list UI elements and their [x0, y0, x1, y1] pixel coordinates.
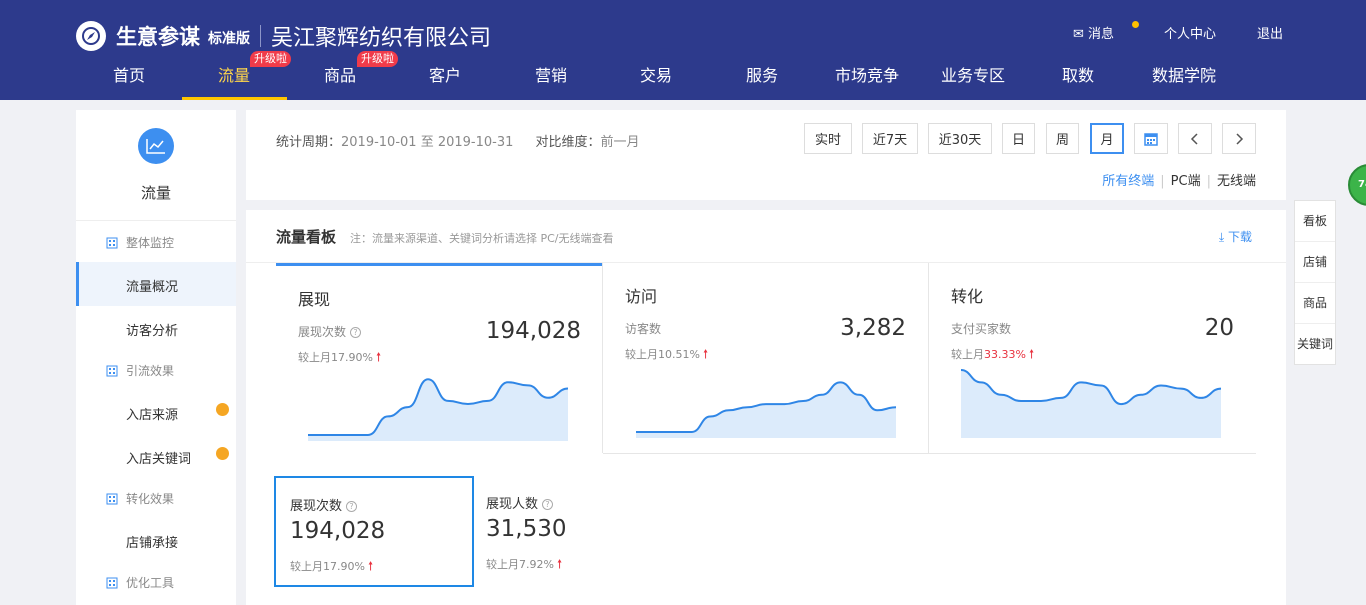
period-value: 2019-10-01 至 2019-10-31: [341, 135, 514, 150]
next-period-button[interactable]: [1222, 123, 1256, 154]
range-realtime-button[interactable]: 实时: [804, 123, 852, 154]
upgrade-badge: 升级啦: [250, 51, 291, 67]
sparkline: [636, 381, 896, 438]
mail-icon: ✉: [1073, 27, 1084, 42]
chevron-right-icon: [1236, 132, 1244, 145]
sidebar-item-traffic-overview[interactable]: 流量概况: [126, 276, 178, 295]
divider: [603, 453, 1256, 454]
company-name: 吴江聚辉纺织有限公司: [271, 26, 492, 51]
nav-home[interactable]: 首页: [113, 62, 145, 86]
floating-speed-ball[interactable]: 74: [1348, 164, 1366, 206]
quick-nav-store[interactable]: 店铺: [1295, 242, 1335, 283]
nav-academy[interactable]: 数据学院: [1152, 62, 1216, 86]
nav-business[interactable]: 业务专区: [941, 62, 1005, 86]
brand-name: 生意参谋: [116, 25, 200, 49]
range-week-button[interactable]: 周: [1046, 123, 1079, 154]
active-nav-underline: [182, 97, 287, 100]
messages-link[interactable]: ✉ 消息: [1073, 23, 1114, 42]
up-arrow-icon: 🠕: [702, 347, 709, 361]
building-icon: [106, 237, 118, 248]
card-impressions[interactable]: 展现 展现次数? 194,028 较上月17.90% 🠕: [276, 263, 603, 453]
logout-link[interactable]: 退出: [1257, 23, 1283, 42]
quick-nav-board[interactable]: 看板: [1295, 201, 1335, 242]
upgrade-badge: 升级啦: [357, 51, 398, 67]
edition-label: 标准版: [208, 31, 250, 47]
top-header: 生意参谋 标准版 吴江聚辉纺织有限公司 ✉ 消息 个人中心 退出 首页 流量 升…: [0, 0, 1366, 100]
card-visits[interactable]: 访问 访客数 3,282 较上月10.51% 🠕: [603, 263, 928, 453]
traffic-board: 流量看板 注：流量来源渠道、关键词分析请选择 PC/无线端查看 ⤓ 下载 展现 …: [246, 210, 1286, 605]
help-icon[interactable]: ?: [346, 501, 358, 512]
terminal-wireless[interactable]: 无线端: [1217, 174, 1256, 189]
filter-bar: 统计周期：2019-10-01 至 2019-10-31 对比维度：前一月 实时…: [246, 110, 1286, 200]
chevron-left-icon: [1190, 132, 1198, 145]
sidebar-group-tools[interactable]: 优化工具: [106, 574, 174, 591]
calendar-button[interactable]: [1134, 123, 1168, 154]
download-icon: ⤓: [1218, 230, 1225, 244]
terminal-switch: 所有终端 | PC端 | 无线端: [1102, 174, 1256, 189]
sparkline-area: [636, 382, 896, 438]
range-day-button[interactable]: 日: [1002, 123, 1035, 154]
up-arrow-icon: 🠕: [375, 350, 382, 364]
calendar-icon: [1144, 132, 1158, 146]
metric-impressions[interactable]: 展现次数? 194,028 较上月17.90% 🠕: [274, 476, 474, 587]
new-dot: [216, 403, 229, 416]
nav-trade[interactable]: 交易: [640, 62, 672, 86]
sidebar-item-visitor-analysis[interactable]: 访客分析: [126, 320, 178, 339]
nav-service[interactable]: 服务: [746, 62, 778, 86]
unread-dot: [1132, 21, 1139, 28]
line-chart-icon: [138, 128, 174, 164]
range-month-button[interactable]: 月: [1090, 123, 1124, 154]
help-icon[interactable]: ?: [350, 327, 362, 338]
metric-impression-users[interactable]: 展现人数? 31,530 较上月7.92% 🠕: [472, 476, 672, 587]
sidebar-group-overall[interactable]: 整体监控: [106, 234, 174, 251]
board-title: 流量看板: [276, 228, 337, 246]
card-value: 20: [1204, 315, 1234, 341]
card-value: 194,028: [485, 318, 581, 344]
compare-value: 前一月: [600, 135, 640, 150]
up-arrow-icon: 🠕: [367, 559, 374, 573]
nav-products[interactable]: 商品: [324, 62, 356, 86]
sidebar-title: 流量: [140, 184, 171, 202]
building-icon: [106, 493, 118, 504]
sparkline: [961, 369, 1221, 438]
logo[interactable]: 生意参谋 标准版 吴江聚辉纺织有限公司: [76, 20, 491, 52]
user-center-link[interactable]: 个人中心: [1164, 23, 1216, 42]
sidebar-group-traffic-effect[interactable]: 引流效果: [106, 362, 174, 379]
download-button[interactable]: ⤓ 下载: [1219, 228, 1252, 245]
sidebar-item-store-keywords[interactable]: 入店关键词: [126, 448, 191, 467]
quick-nav-keyword[interactable]: 关键词: [1295, 324, 1335, 365]
nav-marketing[interactable]: 营销: [535, 62, 567, 86]
sidebar-item-store-landing[interactable]: 店铺承接: [126, 532, 178, 551]
range-7days-button[interactable]: 近7天: [862, 123, 918, 154]
compass-icon: [76, 21, 106, 51]
sidebar: 流量 整体监控 流量概况 访客分析 引流效果 入店来源 入店关键词 转化效果 店…: [76, 110, 236, 605]
up-arrow-icon: 🠕: [1028, 347, 1035, 361]
up-arrow-icon: 🠕: [556, 557, 563, 571]
sidebar-divider: [76, 220, 236, 221]
divider: [260, 25, 261, 47]
nav-market[interactable]: 市场竞争: [835, 62, 899, 86]
building-icon: [106, 365, 118, 376]
sparkline-area: [961, 370, 1221, 438]
sidebar-item-store-source[interactable]: 入店来源: [126, 404, 178, 423]
card-conversion[interactable]: 转化 支付买家数 20 较上月33.33% 🠕: [929, 263, 1256, 453]
terminal-pc[interactable]: PC端: [1171, 174, 1201, 189]
sidebar-group-conversion[interactable]: 转化效果: [106, 490, 174, 507]
terminal-all[interactable]: 所有终端: [1102, 174, 1154, 189]
nav-customers[interactable]: 客户: [429, 62, 461, 86]
new-dot: [216, 447, 229, 460]
range-30days-button[interactable]: 近30天: [928, 123, 992, 154]
sparkline: [308, 378, 568, 441]
quick-nav-panel: 看板 店铺 商品 关键词: [1294, 200, 1336, 365]
board-note: 注：流量来源渠道、关键词分析请选择 PC/无线端查看: [350, 232, 614, 245]
nav-data-fetch[interactable]: 取数: [1062, 62, 1094, 86]
nav-traffic[interactable]: 流量: [218, 62, 250, 86]
building-icon: [106, 577, 118, 588]
help-icon[interactable]: ?: [542, 499, 554, 510]
card-value: 3,282: [840, 315, 906, 341]
prev-period-button[interactable]: [1178, 123, 1212, 154]
period-info: 统计周期：2019-10-01 至 2019-10-31 对比维度：前一月: [276, 135, 640, 150]
quick-nav-product[interactable]: 商品: [1295, 283, 1335, 324]
